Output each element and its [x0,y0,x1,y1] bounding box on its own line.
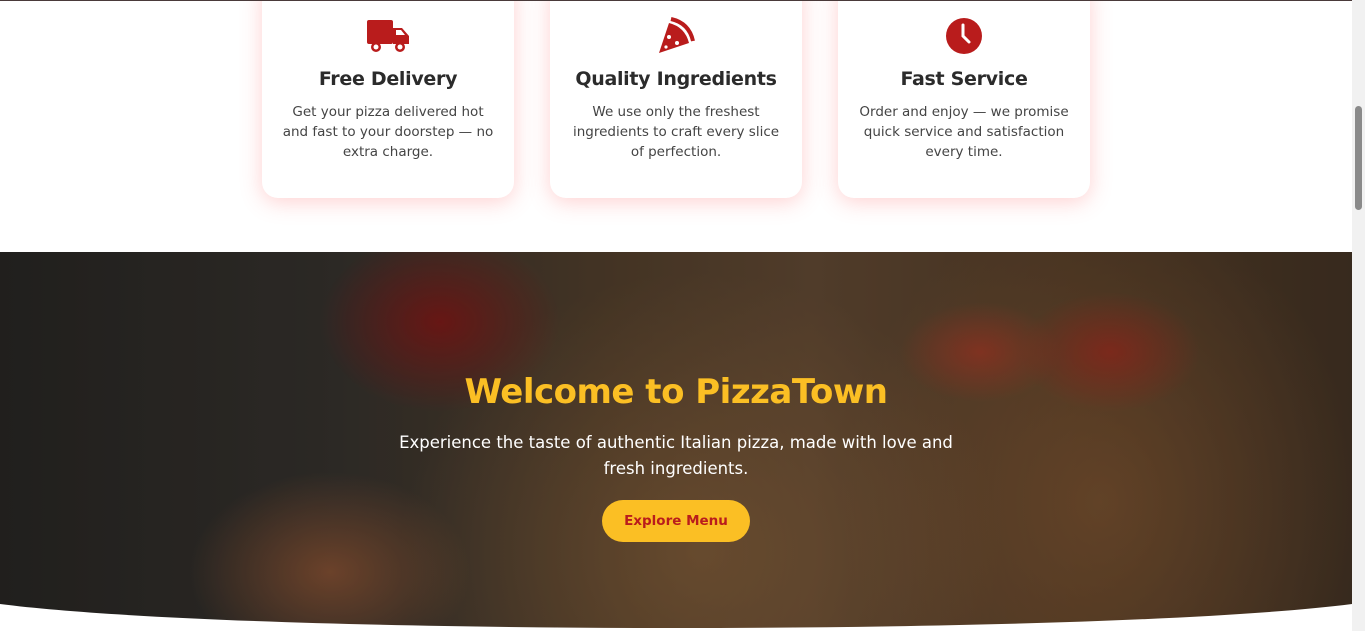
truck-icon [262,16,514,56]
top-border [0,0,1352,1]
feature-text: Get your pizza delivered hot and fast to… [282,104,494,160]
explore-menu-button[interactable]: Explore Menu [602,500,750,542]
feature-title: Fast Service [900,68,1028,90]
clock-icon [838,16,1090,56]
feature-card-delivery: Free Delivery Get your pizza delivered h… [262,0,514,198]
feature-card-service: Fast Service Order and enjoy — we promis… [838,0,1090,198]
pizza-slice-icon [550,16,802,56]
hero-section: Welcome to PizzaTown Experience the tast… [0,252,1352,631]
hero-subtitle: Experience the taste of authentic Italia… [399,433,953,478]
scrollbar-thumb[interactable] [1355,106,1362,210]
features-section: Free Delivery Get your pizza delivered h… [262,0,1090,198]
hero-bottom-curve [0,604,1352,631]
hero-title: Welcome to PizzaTown [464,372,888,412]
scrollbar[interactable] [1352,0,1365,631]
feature-text: We use only the freshest ingredients to … [572,104,780,160]
feature-title: Quality Ingredients [575,68,777,90]
feature-title: Free Delivery [318,68,458,90]
feature-card-ingredients: Quality Ingredients We use only the fres… [550,0,802,198]
page: Free Delivery Get your pizza delivered h… [0,0,1352,631]
feature-text: Order and enjoy — we promise quick servi… [859,104,1069,160]
